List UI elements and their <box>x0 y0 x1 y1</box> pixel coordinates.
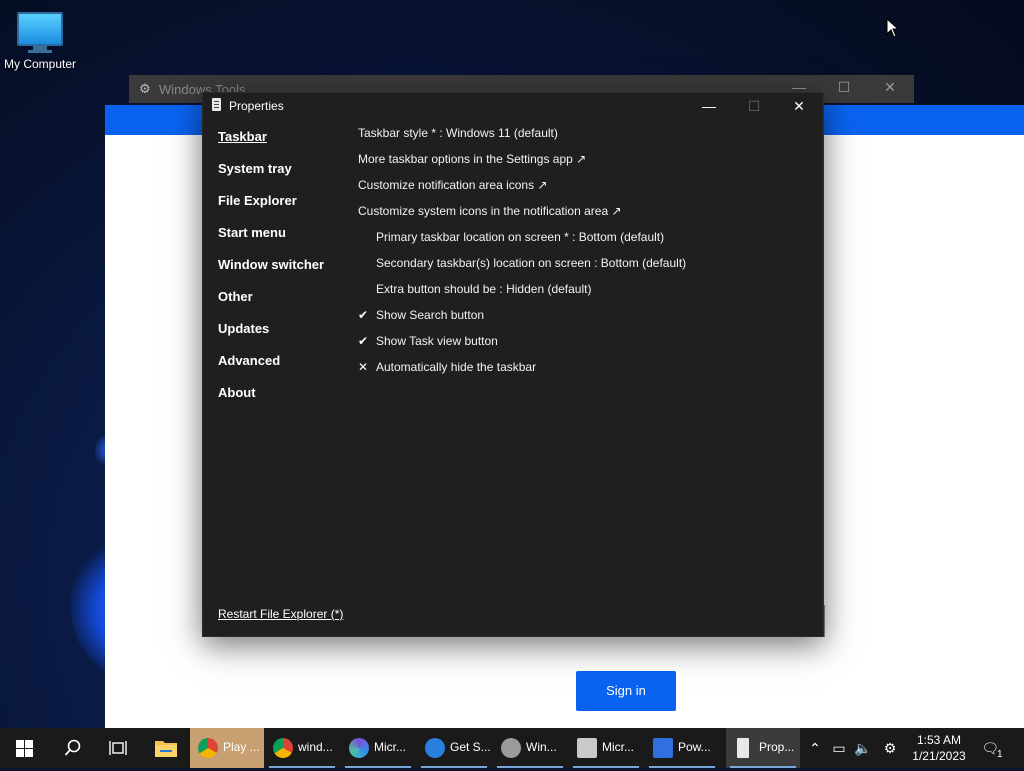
nav-item-about[interactable]: About <box>218 383 324 415</box>
cross-icon: ✕ <box>358 360 369 374</box>
sign-in-button[interactable]: Sign in <box>576 671 676 711</box>
desktop-icon-my-computer[interactable]: My Computer <box>0 8 80 71</box>
maximize-button[interactable]: ☐ <box>834 79 854 96</box>
option-show-task-view-button[interactable]: ✔ Show Task view button <box>358 331 818 357</box>
clock-time: 1:53 AM <box>916 733 962 747</box>
nav-item-window-switcher[interactable]: Window switcher <box>218 255 324 287</box>
windows-tools-icon: ⚙ <box>139 81 151 96</box>
taskbar-options: Taskbar style * : Windows 11 (default) M… <box>358 123 818 383</box>
nav-item-other[interactable]: Other <box>218 287 324 319</box>
taskbar-app-chrome[interactable]: wind... <box>265 728 339 768</box>
get-started-icon <box>425 738 445 758</box>
nav-item-start-menu[interactable]: Start menu <box>218 223 324 255</box>
option-auto-hide-taskbar[interactable]: ✕ Automatically hide the taskbar <box>358 357 818 383</box>
search-icon <box>64 739 81 756</box>
nav-item-file-explorer[interactable]: File Explorer <box>218 191 324 223</box>
task-view-button[interactable] <box>96 728 140 768</box>
monitor-icon <box>17 12 63 46</box>
windows-logo-icon <box>16 740 33 757</box>
settings-gear-icon[interactable]: ⚙ <box>878 728 902 768</box>
taskbar-app-edge-dev[interactable]: Micr... <box>341 728 415 768</box>
nav-item-taskbar[interactable]: Taskbar <box>218 127 324 159</box>
taskbar: Play ... wind... Micr... Get S... Win...… <box>0 728 1024 768</box>
checkmark-icon: ✔ <box>358 334 369 348</box>
gear-icon <box>501 738 521 758</box>
option-settings-app-link[interactable]: More taskbar options in the Settings app… <box>358 149 818 175</box>
server-manager-icon <box>577 738 597 758</box>
taskbar-app-get-started[interactable]: Get S... <box>417 728 491 768</box>
chrome-icon <box>273 738 293 758</box>
properties-title: Properties <box>229 99 284 113</box>
restart-file-explorer-link[interactable]: Restart File Explorer (*) <box>218 607 343 621</box>
option-taskbar-style[interactable]: Taskbar style * : Windows 11 (default) <box>358 123 818 149</box>
option-show-search-button[interactable]: ✔ Show Search button <box>358 305 818 331</box>
start-button[interactable] <box>0 728 48 768</box>
clock-date: 1/21/2023 <box>912 749 966 763</box>
maximize-button[interactable]: ☐ <box>739 96 769 116</box>
volume-icon[interactable]: 🔈 <box>852 728 874 768</box>
chrome-icon <box>198 738 218 758</box>
properties-titlebar[interactable]: Properties — ☐ ✕ <box>203 93 823 119</box>
option-system-icons-link[interactable]: Customize system icons in the notificati… <box>358 201 818 227</box>
taskbar-app-server-manager[interactable]: Micr... <box>569 728 643 768</box>
chevron-up-icon[interactable]: ⌃ <box>804 728 826 768</box>
properties-nav: Taskbar System tray File Explorer Start … <box>218 127 324 415</box>
minimize-button[interactable]: — <box>694 96 724 116</box>
properties-window: Properties — ☐ ✕ Taskbar System tray Fil… <box>202 92 824 637</box>
taskbar-app-properties[interactable]: Prop... <box>726 728 800 768</box>
taskbar-app-powershell[interactable]: Pow... <box>645 728 719 768</box>
option-secondary-taskbar-location[interactable]: Secondary taskbar(s) location on screen … <box>358 253 818 279</box>
desktop-icon-label: My Computer <box>3 57 77 71</box>
close-button[interactable]: ✕ <box>784 96 814 116</box>
clock[interactable]: 1:53 AM 1/21/2023 <box>906 732 972 764</box>
search-button[interactable] <box>50 728 94 768</box>
network-icon[interactable]: ▭ <box>828 728 850 768</box>
nav-item-system-tray[interactable]: System tray <box>218 159 324 191</box>
properties-icon <box>212 98 221 111</box>
option-extra-button[interactable]: Extra button should be : Hidden (default… <box>358 279 818 305</box>
file-explorer-taskbar-button[interactable] <box>144 728 188 768</box>
taskbar-app-play[interactable]: Play ... <box>190 728 264 768</box>
powershell-icon <box>653 738 673 758</box>
checkmark-icon: ✔ <box>358 308 369 322</box>
notification-center-button[interactable]: 🗨 1 <box>978 728 1012 768</box>
task-view-icon <box>109 741 127 755</box>
option-primary-taskbar-location[interactable]: Primary taskbar location on screen * : B… <box>358 227 818 253</box>
nav-item-updates[interactable]: Updates <box>218 319 324 351</box>
folder-icon <box>155 741 177 757</box>
nav-item-advanced[interactable]: Advanced <box>218 351 324 383</box>
taskbar-app-windows-tools[interactable]: Win... <box>493 728 567 768</box>
notification-count: 1 <box>997 749 1003 760</box>
option-notification-icons-link[interactable]: Customize notification area icons ↗ <box>358 175 818 201</box>
close-button[interactable]: ✕ <box>880 79 900 96</box>
properties-icon <box>737 738 749 758</box>
edge-dev-icon <box>349 738 369 758</box>
